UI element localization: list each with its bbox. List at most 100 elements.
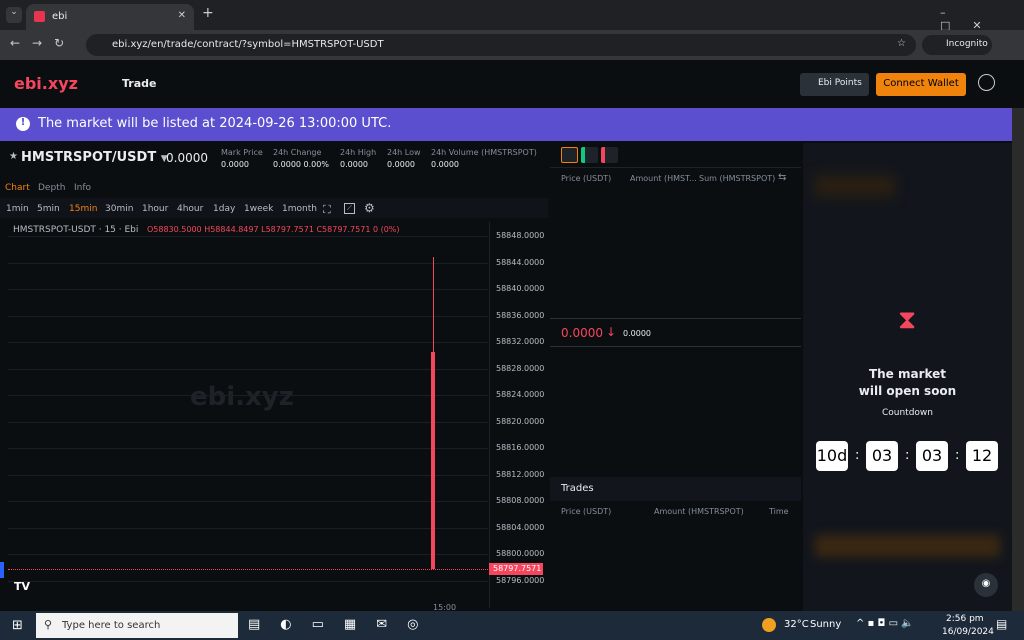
ebi-points-button[interactable]: Ebi Points <box>800 73 869 96</box>
countdown-hours: 03 <box>866 441 898 471</box>
discord-icon[interactable]: ◉ <box>974 573 998 597</box>
chart-tabs: Chart Depth Info <box>0 183 548 198</box>
timeframe-1week[interactable]: 1week <box>244 204 273 214</box>
y-tick-label: 58808.0000 <box>496 496 545 506</box>
gridline <box>8 421 488 423</box>
price-axis-divider <box>489 222 490 608</box>
close-tab-icon[interactable]: ✕ <box>178 10 186 21</box>
tab-search-button[interactable]: ⌄ <box>6 7 22 23</box>
url-input[interactable]: ebi.xyz/en/trade/contract/?symbol=HMSTRS… <box>86 34 916 56</box>
ob-col-amount: Amount (HMST... <box>630 174 697 183</box>
symbol-label: HMSTRSPOT/USDT <box>21 150 157 165</box>
search-placeholder: Type here to search <box>62 620 161 631</box>
tab-info[interactable]: Info <box>74 183 91 193</box>
orderbook-bids-view-button[interactable] <box>581 147 598 163</box>
gridline <box>8 581 488 582</box>
y-tick-label: 58848.0000 <box>496 231 545 240</box>
ob-col-price: Price (USDT) <box>561 174 612 183</box>
legend-open: O58830.5000 <box>146 225 202 234</box>
timeframe-15min[interactable]: 15min <box>69 204 97 214</box>
stat-label: 24h Low <box>387 148 421 157</box>
swap-icon[interactable]: ⇆ <box>778 172 786 183</box>
y-tick-label: 58824.0000 <box>496 390 545 400</box>
mid-price: 0.0000 <box>561 326 603 340</box>
gridline <box>8 236 488 237</box>
tab-chart[interactable]: Chart <box>5 183 30 193</box>
nav-buttons[interactable]: ←→↻ <box>10 36 76 50</box>
trades-col-price: Price (USDT) <box>561 507 612 516</box>
timeframe-1month[interactable]: 1month <box>282 204 317 214</box>
countdown-title-2: will open soon <box>858 384 957 398</box>
tab-depth[interactable]: Depth <box>38 183 65 193</box>
globe-icon[interactable] <box>978 74 995 91</box>
trades-header: Trades <box>550 477 801 501</box>
fullscreen-icon[interactable]: ⛶ <box>323 203 331 217</box>
timeframe-5min[interactable]: 5min <box>37 204 60 214</box>
new-tab-icon[interactable]: + <box>202 5 214 21</box>
stat-label: Mark Price <box>221 148 263 157</box>
mid-mark-price: 0.0000 <box>623 329 651 338</box>
y-tick-label: 58844.0000 <box>496 257 545 267</box>
countdown-minutes: 03 <box>916 441 948 471</box>
stat-label: 24h Volume (HMSTRSPOT) <box>431 148 537 157</box>
tradingview-logo[interactable]: TV <box>14 580 30 593</box>
favorite-star-icon[interactable]: ★ <box>9 151 18 162</box>
settings-gear-icon[interactable]: ⚙ <box>364 201 375 215</box>
browser-tab[interactable]: ebi ✕ <box>26 4 194 30</box>
taskbar-apps[interactable]: ▤◐▭▦✉◎ <box>248 617 438 632</box>
last-price: 0.0000 <box>166 151 208 165</box>
gridline <box>8 448 488 450</box>
countdown-title-1: The market <box>868 367 947 381</box>
countdown-seconds: 12 <box>966 441 998 471</box>
y-tick-label: 58812.0000 <box>496 469 545 479</box>
notifications-icon[interactable]: ▤ <box>996 617 1007 631</box>
connect-wallet-button[interactable]: Connect Wallet <box>876 73 966 96</box>
info-icon: ! <box>16 117 30 131</box>
legend-close: C58797.7571 <box>316 225 371 234</box>
windows-start-icon[interactable]: ⊞ <box>12 618 23 633</box>
windows-taskbar: ⊞ ⚲ Type here to search ▤◐▭▦✉◎ 32°C Sunny… <box>0 611 1024 640</box>
timeframe-30min[interactable]: 30min <box>105 204 133 214</box>
incognito-label: Incognito <box>946 39 988 49</box>
y-tick-label: 58840.0000 <box>496 284 545 294</box>
timeframe-1min[interactable]: 1min <box>6 204 29 214</box>
stat-value: 0.0000 <box>387 160 415 169</box>
url-text: ebi.xyz/en/trade/contract/?symbol=HMSTRS… <box>112 39 384 50</box>
chart-scroll-handle[interactable] <box>0 562 4 578</box>
last-price-line <box>8 569 488 571</box>
timeframe-4hour[interactable]: 4hour <box>177 204 203 214</box>
indicator-icon[interactable]: ⟋ <box>344 203 355 214</box>
listing-banner: ! The market will be listed at 2024-09-2… <box>0 108 1024 141</box>
sun-icon <box>762 618 776 632</box>
y-tick-label: 58820.0000 <box>496 416 545 426</box>
market-countdown-panel: ⧗ The market will open soon Countdown ◉ <box>803 143 1012 611</box>
nav-trade[interactable]: Trade <box>122 77 156 90</box>
taskbar-search-input[interactable]: ⚲ Type here to search <box>36 613 238 638</box>
clock-date: 16/09/2024 <box>942 627 994 637</box>
bookmark-star-icon[interactable]: ☆ <box>897 38 906 49</box>
stat-value: 0.0000 <box>221 160 249 169</box>
symbol-selector[interactable]: HMSTRSPOT/USDT ▼ <box>21 150 168 165</box>
tray-icons[interactable]: ^ ▪ ◘ ▭ 🔈 <box>856 618 914 629</box>
stat-value: 0.0000 <box>431 160 459 169</box>
gridline <box>8 342 488 344</box>
incognito-badge[interactable]: Incognito <box>922 35 992 55</box>
timeframe-1hour[interactable]: 1hour <box>142 204 168 214</box>
gridline <box>8 262 488 264</box>
page-scrollbar[interactable] <box>1012 108 1024 611</box>
gridline <box>8 474 488 476</box>
weather: Sunny <box>810 619 842 630</box>
timeframe-1day[interactable]: 1day <box>213 204 235 214</box>
hourglass-icon: ⧗ <box>898 305 917 335</box>
orderbook-both-view-button[interactable] <box>561 147 578 163</box>
orderbook-asks-view-button[interactable] <box>601 147 618 163</box>
legend-change: 0 (0%) <box>372 225 400 234</box>
trades-col-time: Time <box>769 507 789 516</box>
trades-col-amount: Amount (HMSTRSPOT) <box>654 507 744 516</box>
window-controls[interactable]: –□✕ <box>940 6 1024 32</box>
mid-price-row: 0.0000 ↓ 0.0000 <box>550 318 801 347</box>
logo[interactable]: ebi.xyz <box>14 74 78 93</box>
search-icon: ⚲ <box>44 618 53 631</box>
y-tick-label: 58796.0000 <box>496 576 545 585</box>
legend-low: L58797.7571 <box>261 225 314 234</box>
